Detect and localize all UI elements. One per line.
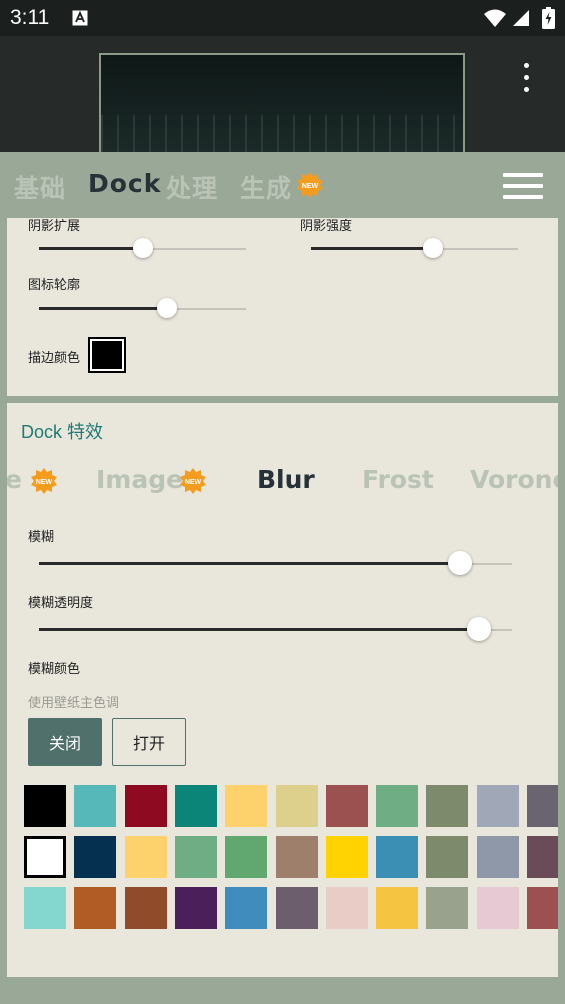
notification-icon [72,10,88,30]
blur-color-label: 模糊颜色 [28,662,81,677]
color-swatch[interactable] [527,836,558,878]
color-swatch[interactable] [527,785,558,827]
new-badge-icon: NEW [180,468,206,494]
effect-tab-image[interactable]: Image [96,465,183,494]
color-swatch[interactable] [24,887,66,929]
color-swatch[interactable] [225,836,268,878]
wallpaper-preview [99,53,465,165]
color-swatch[interactable] [174,887,217,929]
more-options-icon[interactable] [511,60,541,96]
color-swatch[interactable] [275,836,318,878]
blur-label: 模糊 [28,530,55,545]
slider-thumb[interactable] [157,298,178,318]
tab-generate[interactable]: 生成 [240,169,292,205]
shadow-strength-label: 阴影强度 [300,219,353,234]
on-button[interactable]: 打开 [112,718,186,766]
blur-slider[interactable] [39,551,512,575]
wifi-icon [483,8,507,32]
off-button[interactable]: 关闭 [28,718,102,766]
color-swatch[interactable] [476,887,519,929]
color-swatch[interactable] [476,836,519,878]
stroke-color-swatch[interactable] [88,337,126,373]
color-swatch[interactable] [275,785,318,827]
color-swatch[interactable] [24,836,66,878]
blur-color-palette [24,785,558,933]
shadow-expand-label: 阴影扩展 [28,219,81,234]
color-swatch[interactable] [376,785,419,827]
battery-icon [542,7,555,33]
slider-fill [311,247,434,250]
color-swatch[interactable] [275,887,318,929]
color-swatch[interactable] [376,887,419,929]
effect-tab-frost[interactable]: Frost [362,465,434,494]
new-badge-icon: NEW [297,172,323,198]
new-badge-text: NEW [185,479,202,486]
color-swatch[interactable] [325,785,368,827]
shadow-settings-card: 阴影扩展 阴影强度 图标轮廓 描边颜色 [7,218,558,396]
slider-fill [39,307,168,310]
shadow-expand-slider[interactable] [39,238,246,258]
slider-thumb[interactable] [132,238,153,258]
status-bar: 3:11 [0,0,565,36]
dock-effects-title: Dock 特效 [21,422,104,442]
color-swatch[interactable] [124,887,167,929]
category-tab-bar: 基础 Dock 处理 生成 NEW [0,152,565,218]
wallpaper-color-hint: 使用壁纸主色调 [28,696,120,711]
slider-thumb[interactable] [466,617,491,641]
effect-tab-strip: e NEW Image NEW Blur Frost Vorono [7,459,558,505]
slider-fill [39,628,479,631]
color-swatch[interactable] [325,887,368,929]
effect-tab-partial[interactable]: e [7,465,22,494]
color-swatch[interactable] [527,887,558,929]
shadow-strength-slider[interactable] [311,238,518,258]
color-swatch[interactable] [124,785,167,827]
tab-process[interactable]: 处理 [166,169,218,205]
dock-effects-card: Dock 特效 e NEW Image NEW Blur Frost Voron… [7,403,558,977]
color-swatch[interactable] [376,836,419,878]
slider-thumb[interactable] [447,551,472,575]
color-swatch[interactable] [225,785,268,827]
blur-alpha-label: 模糊透明度 [28,596,94,611]
new-badge-text: NEW [36,479,53,486]
color-swatch[interactable] [225,887,268,929]
icon-outline-slider[interactable] [39,298,246,318]
color-swatch[interactable] [24,785,66,827]
color-swatch[interactable] [74,785,117,827]
menu-icon[interactable] [503,173,543,199]
color-swatch[interactable] [426,836,469,878]
tab-dock[interactable]: Dock [88,169,161,198]
stroke-color-label: 描边颜色 [28,351,81,366]
status-time: 3:11 [10,6,50,29]
blur-alpha-slider[interactable] [39,617,512,641]
color-swatch[interactable] [124,836,167,878]
tab-basic[interactable]: 基础 [14,169,66,205]
color-swatch[interactable] [476,785,519,827]
new-badge-text: NEW [302,183,319,190]
color-swatch[interactable] [174,836,217,878]
color-swatch[interactable] [174,785,217,827]
icon-outline-label: 图标轮廓 [28,278,81,293]
color-swatch[interactable] [74,836,117,878]
cell-signal-icon [512,9,530,31]
color-swatch[interactable] [325,836,368,878]
color-swatch[interactable] [74,887,117,929]
slider-fill [39,247,143,250]
effect-tab-blur[interactable]: Blur [257,465,315,494]
color-swatch[interactable] [426,785,469,827]
color-swatch[interactable] [426,887,469,929]
slider-thumb[interactable] [423,238,444,258]
effect-tab-voronoi[interactable]: Vorono [470,465,558,494]
new-badge-icon: NEW [31,468,57,494]
slider-fill [39,562,460,565]
